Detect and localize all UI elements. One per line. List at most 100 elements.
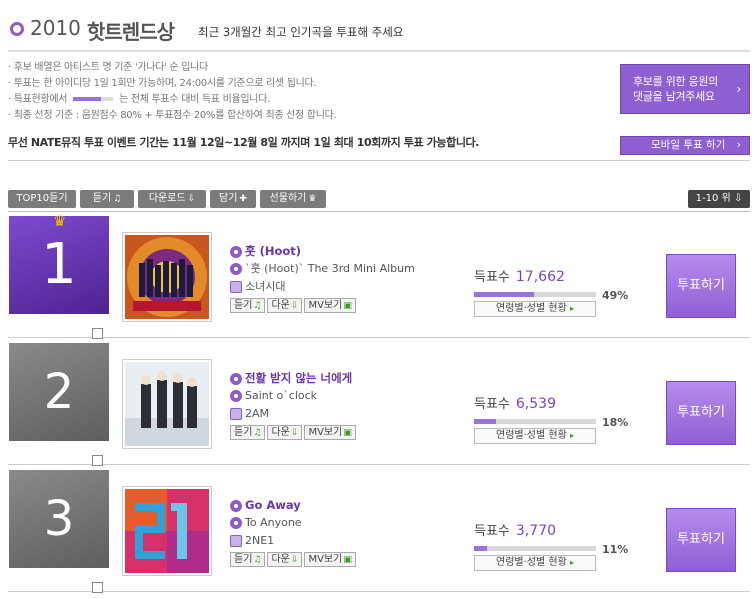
album-art-image [125, 362, 209, 446]
event-notice: 무선 NATE뮤직 투표 이벤트 기간는 11월 12일~12월 8일 까지며 … [8, 136, 480, 149]
demographics-button[interactable]: 연령별·성별 현황 ▸ [474, 428, 596, 444]
rank-range-button[interactable]: 1-10 위 ⇩ [688, 190, 750, 208]
page-header: 2010 핫트렌드상 최근 3개월간 최고 인기곡을 투표해 주세요 [8, 12, 750, 52]
page-subtitle: 최근 3개월간 최고 인기곡을 투표해 주세요 [198, 25, 404, 39]
vote-percent-bar [474, 419, 596, 424]
vote-percent-bar [474, 546, 596, 551]
notice-text: · 특표현황에서 [8, 94, 68, 105]
ranking-row: 2 전활 받지 않는 너에게 Saint o`clock 2AM 듣기♫ 다운⇩ M… [8, 339, 750, 466]
vote-percent: 11% [602, 543, 629, 556]
select-checkbox[interactable] [92, 328, 103, 339]
notice-item: · 후보 배열은 아티스트 명 기준 '가나다' 순 입니다 [8, 62, 208, 73]
play-icon: ♫ [253, 428, 262, 438]
rank-badge: 3 [9, 470, 109, 568]
vote-percent-fill [474, 546, 488, 551]
vote-count: 득표수 6,539 [474, 396, 556, 412]
song-title-link[interactable]: 전활 받지 않는 너에게 [230, 369, 358, 387]
vote-button[interactable]: 투표하기 [666, 381, 736, 445]
album-link[interactable]: Saint o`clock [230, 387, 358, 405]
vote-button[interactable]: 투표하기 [666, 508, 736, 572]
listen-button[interactable]: 듣기 ♫ [80, 190, 134, 208]
album-cover[interactable] [122, 486, 212, 576]
vote-button[interactable]: 투표하기 [666, 254, 736, 318]
listen-small-button[interactable]: 듣기♫ [230, 425, 266, 440]
download-icon: ⇩ [290, 428, 299, 438]
album-art-image [125, 235, 209, 319]
album-cover[interactable] [122, 359, 212, 449]
download-icon: ⇩ [290, 555, 299, 565]
artist-icon [230, 408, 242, 420]
vote-percent: 18% [602, 416, 629, 429]
rank-badge: 2 [9, 343, 109, 441]
album-icon [230, 263, 242, 275]
download-small-button[interactable]: 다운⇩ [267, 298, 303, 313]
vote-count: 득표수 17,662 [474, 269, 565, 285]
mv-button[interactable]: MV보기▣ [304, 552, 356, 567]
play-icon: ♫ [253, 555, 262, 565]
demographics-button[interactable]: 연령별·성별 현황 ▸ [474, 555, 596, 571]
notice-item: · 투표는 한 아이디당 1일 1회만 가능하며, 24:00시를 기준으로 리… [8, 78, 317, 89]
vote-percent-fill [474, 292, 534, 297]
vote-percent-fill [474, 419, 496, 424]
disc-icon [230, 499, 242, 512]
save-button[interactable]: 담기 ✚ [210, 190, 256, 208]
ranking-row: 3 Go Away To Anyone 2NE1 듣기♫ 다운⇩ MV보기▣ 득표수… [8, 466, 750, 593]
mobile-vote-label: 모바일 투표 하기 [651, 139, 726, 151]
song-info: Go Away To Anyone 2NE1 듣기♫ 다운⇩ MV보기▣ [230, 496, 358, 568]
download-small-button[interactable]: 다운⇩ [267, 425, 303, 440]
mv-button[interactable]: MV보기▣ [304, 425, 356, 440]
tv-icon: ▣ [343, 428, 352, 438]
percent-bar-sample [73, 97, 114, 101]
song-actions: 듣기♫ 다운⇩ MV보기▣ [230, 550, 358, 568]
comment-button[interactable]: 후보를 위한 응원의 댓글을 남겨주세요 › [620, 64, 750, 114]
listen-small-button[interactable]: 듣기♫ [230, 552, 266, 567]
download-button[interactable]: 다운로드 ⇩ [138, 190, 206, 208]
song-info: 전활 받지 않는 너에게 Saint o`clock 2AM 듣기♫ 다운⇩ MV보… [230, 369, 358, 441]
circle-bullet-icon [10, 22, 24, 36]
gift-button[interactable]: 선물하기 ♛ [260, 190, 326, 208]
song-title-link[interactable]: 훗 (Hoot) [230, 242, 415, 260]
chevron-right-icon: › [736, 139, 741, 151]
top10-listen-button[interactable]: TOP10듣기 [8, 190, 76, 208]
award-year: 2010 [30, 16, 81, 40]
arrow-right-icon: ▸ [569, 558, 574, 567]
notice-item: · 최종 선정 기준 : 음원점수 80% + 투표점수 20%를 합산하여 최… [8, 110, 337, 121]
tv-icon: ▣ [343, 301, 352, 311]
listen-small-button[interactable]: 듣기♫ [230, 298, 266, 313]
mobile-vote-button[interactable]: 모바일 투표 하기 › [620, 136, 750, 155]
select-checkbox[interactable] [92, 582, 103, 593]
arrow-right-icon: ▸ [569, 431, 574, 440]
artist-link[interactable]: 소녀시대 [230, 278, 415, 296]
download-small-button[interactable]: 다운⇩ [267, 552, 303, 567]
select-checkbox[interactable] [92, 455, 103, 466]
artist-link[interactable]: 2NE1 [230, 532, 358, 550]
comment-button-line2: 댓글을 남겨주세요 [633, 90, 715, 103]
album-link[interactable]: To Anyone [230, 514, 358, 532]
crown-icon: ♛ [53, 212, 67, 230]
album-cover[interactable] [122, 232, 212, 322]
song-actions: 듣기♫ 다운⇩ MV보기▣ [230, 296, 415, 314]
rank-badge: ♛ 1 [9, 212, 109, 314]
album-link[interactable]: `훗 (Hoot)` The 3rd Mini Album [230, 260, 415, 278]
song-actions: 듣기♫ 다운⇩ MV보기▣ [230, 423, 358, 441]
song-title-link[interactable]: Go Away [230, 496, 358, 514]
song-info: 훗 (Hoot) `훗 (Hoot)` The 3rd Mini Album 소… [230, 242, 415, 314]
download-icon: ⇩ [733, 193, 743, 204]
page-title: 핫트렌드상 [87, 20, 175, 44]
play-icon: ♫ [253, 301, 262, 311]
disc-icon [230, 245, 242, 258]
arrow-right-icon: ▸ [569, 304, 574, 313]
album-icon [230, 517, 242, 529]
chevron-right-icon: › [736, 82, 742, 96]
disc-icon [230, 372, 242, 385]
demographics-button[interactable]: 연령별·성별 현황 ▸ [474, 301, 596, 317]
plus-icon: ✚ [239, 194, 247, 204]
vote-percent-bar [474, 292, 596, 297]
mv-button[interactable]: MV보기▣ [304, 298, 356, 313]
tv-icon: ▣ [343, 555, 352, 565]
gift-icon: ♛ [308, 194, 317, 204]
artist-link[interactable]: 2AM [230, 405, 358, 423]
download-icon: ⇩ [187, 194, 196, 204]
album-art-image [125, 489, 209, 573]
download-icon: ⇩ [290, 301, 299, 311]
